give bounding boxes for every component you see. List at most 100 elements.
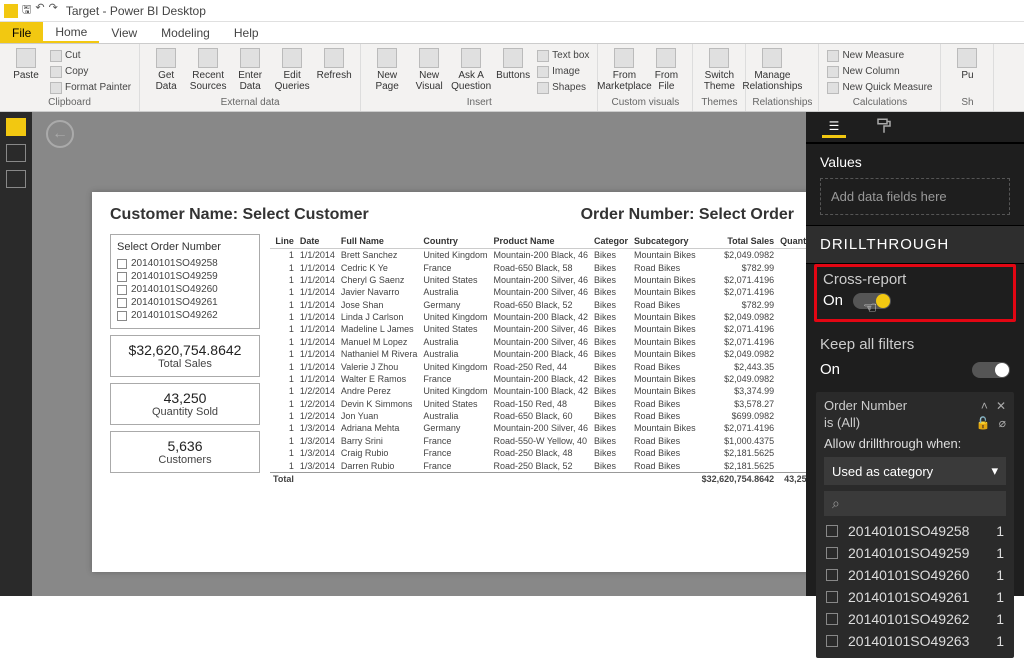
checkbox-icon[interactable] — [117, 311, 127, 321]
table-row[interactable]: 11/1/2014Madeline L JamesUnited StatesMo… — [270, 323, 806, 335]
table-row[interactable]: 11/2/2014Jon YuanAustraliaRoad-650 Black… — [270, 410, 806, 422]
table-row[interactable]: 11/1/2014Brett SanchezUnited KingdomMoun… — [270, 249, 806, 262]
refresh-button[interactable]: Refresh — [314, 46, 354, 96]
checkbox-icon[interactable] — [117, 298, 127, 308]
filter-item[interactable]: 20140101SO492631 — [824, 630, 1006, 652]
qat-undo-icon[interactable]: ↶ — [35, 1, 44, 20]
column-header[interactable]: Categor — [591, 234, 631, 249]
column-header[interactable]: Total Sales — [699, 234, 778, 249]
checkbox-icon[interactable] — [826, 547, 838, 559]
orders-table[interactable]: LineDateFull NameCountryProduct NameCate… — [270, 234, 806, 485]
table-row[interactable]: 11/1/2014Cedric K YeFranceRoad-650 Black… — [270, 261, 806, 273]
from-file-button[interactable]: From File — [646, 46, 686, 96]
column-header[interactable]: Date — [297, 234, 338, 249]
checkbox-icon[interactable] — [826, 569, 838, 581]
table-row[interactable]: 11/1/2014Linda J CarlsonUnited KingdomMo… — [270, 311, 806, 323]
slicer-item[interactable]: 20140101SO49261 — [117, 296, 253, 309]
table-row[interactable]: 11/3/2014Darren RubioFranceRoad-250 Blac… — [270, 459, 806, 472]
filter-item[interactable]: 20140101SO492611 — [824, 586, 1006, 608]
checkbox-icon[interactable] — [117, 285, 127, 295]
checkbox-icon[interactable] — [826, 525, 838, 537]
format-painter-button[interactable]: Format Painter — [48, 80, 133, 95]
cut-button[interactable]: Cut — [48, 48, 133, 63]
textbox-button[interactable]: Text box — [535, 48, 591, 63]
keep-all-filters-toggle[interactable] — [972, 362, 1010, 378]
new-quick-measure-button[interactable]: New Quick Measure — [825, 80, 934, 95]
table-row[interactable]: 11/1/2014Jose ShanGermanyRoad-650 Black,… — [270, 299, 806, 311]
filter-item[interactable]: 20140101SO492591 — [824, 542, 1006, 564]
checkbox-icon[interactable] — [117, 259, 127, 269]
back-button[interactable]: ← — [46, 120, 74, 148]
values-field-well[interactable]: Add data fields here — [820, 178, 1010, 215]
publish-button[interactable]: Pu — [947, 46, 987, 96]
qat-save-icon[interactable]: 🖫 — [22, 1, 31, 20]
report-view-icon[interactable] — [6, 118, 26, 136]
checkbox-icon[interactable] — [826, 635, 838, 647]
slicer-item[interactable]: 20140101SO49258 — [117, 257, 253, 270]
drillthrough-field-card[interactable]: Order Number ˄✕ is (All) 🔓⌀ Allow drillt… — [816, 392, 1014, 658]
filter-item[interactable]: 20140101SO492581 — [824, 520, 1006, 542]
table-row[interactable]: 11/1/2014Cheryl G SaenzUnited StatesMoun… — [270, 274, 806, 286]
tab-home[interactable]: Home — [43, 22, 99, 43]
column-header[interactable]: Quantit — [777, 234, 806, 249]
recent-sources-button[interactable]: Recent Sources — [188, 46, 228, 96]
copy-button[interactable]: Copy — [48, 64, 133, 79]
get-data-button[interactable]: Get Data — [146, 46, 186, 96]
enter-data-button[interactable]: Enter Data — [230, 46, 270, 96]
fields-tab-icon[interactable]: ☰ — [822, 116, 846, 138]
table-row[interactable]: 11/2/2014Andre PerezUnited KingdomMounta… — [270, 385, 806, 397]
slicer-item[interactable]: 20140101SO49259 — [117, 270, 253, 283]
ask-question-button[interactable]: Ask A Question — [451, 46, 491, 96]
qat-redo-icon[interactable]: ↷ — [49, 1, 58, 20]
cross-report-toggle[interactable] — [853, 293, 891, 309]
data-view-icon[interactable] — [6, 144, 26, 162]
switch-theme-button[interactable]: Switch Theme — [699, 46, 739, 96]
dt-search-input[interactable]: ⌕ — [824, 491, 1006, 516]
tab-file[interactable]: File — [0, 22, 43, 43]
shapes-button[interactable]: Shapes — [535, 80, 591, 95]
new-page-button[interactable]: New Page — [367, 46, 407, 96]
new-column-button[interactable]: New Column — [825, 64, 934, 79]
slicer-item[interactable]: 20140101SO49262 — [117, 309, 253, 322]
tab-view[interactable]: View — [99, 22, 149, 43]
lock-icon[interactable]: 🔓 — [976, 416, 991, 430]
allow-dt-select[interactable]: Used as category▾ — [824, 457, 1006, 485]
image-button[interactable]: Image — [535, 64, 591, 79]
format-tab-icon[interactable] — [872, 116, 896, 138]
table-row[interactable]: 11/3/2014Barry SriniFranceRoad-550-W Yel… — [270, 435, 806, 447]
checkbox-icon[interactable] — [826, 613, 838, 625]
model-view-icon[interactable] — [6, 170, 26, 188]
table-row[interactable]: 11/1/2014Javier NavarroAustraliaMountain… — [270, 286, 806, 298]
table-row[interactable]: 11/2/2014Devin K SimmonsUnited StatesRoa… — [270, 398, 806, 410]
table-row[interactable]: 11/1/2014Nathaniel M RiveraAustraliaMoun… — [270, 348, 806, 360]
eraser-icon[interactable]: ⌀ — [999, 416, 1006, 430]
new-visual-button[interactable]: New Visual — [409, 46, 449, 96]
tab-modeling[interactable]: Modeling — [149, 22, 222, 43]
table-row[interactable]: 11/1/2014Manuel M LopezAustraliaMountain… — [270, 336, 806, 348]
table-row[interactable]: 11/3/2014Craig RubioFranceRoad-250 Black… — [270, 447, 806, 459]
paste-button[interactable]: Paste — [6, 46, 46, 96]
checkbox-icon[interactable] — [826, 591, 838, 603]
filter-item[interactable]: 20140101SO492621 — [824, 608, 1006, 630]
column-header[interactable]: Full Name — [338, 234, 421, 249]
slicer-item[interactable]: 20140101SO49260 — [117, 283, 253, 296]
from-marketplace-button[interactable]: From Marketplace — [604, 46, 644, 96]
column-header[interactable]: Subcategory — [631, 234, 699, 249]
column-header[interactable]: Country — [420, 234, 490, 249]
slicer-order-number[interactable]: Select Order Number 20140101SO4925820140… — [110, 234, 260, 329]
table-row[interactable]: 11/3/2014Adriana MehtaGermanyMountain-20… — [270, 422, 806, 434]
manage-relationships-button[interactable]: Manage Relationships — [752, 46, 792, 96]
edit-queries-button[interactable]: Edit Queries — [272, 46, 312, 96]
new-measure-button[interactable]: New Measure — [825, 48, 934, 63]
close-icon[interactable]: ✕ — [996, 399, 1006, 413]
column-header[interactable]: Product Name — [490, 234, 591, 249]
table-row[interactable]: 11/1/2014Walter E RamosFranceMountain-20… — [270, 373, 806, 385]
filter-item[interactable]: 20140101SO492601 — [824, 564, 1006, 586]
chevron-up-icon[interactable]: ˄ — [981, 399, 988, 413]
column-header[interactable]: Line — [270, 234, 297, 249]
buttons-button[interactable]: Buttons — [493, 46, 533, 96]
tab-help[interactable]: Help — [222, 22, 271, 43]
report-canvas[interactable]: Customer Name: Select Customer Order Num… — [92, 192, 806, 572]
table-row[interactable]: 11/1/2014Valerie J ZhouUnited KingdomRoa… — [270, 360, 806, 372]
checkbox-icon[interactable] — [117, 272, 127, 282]
